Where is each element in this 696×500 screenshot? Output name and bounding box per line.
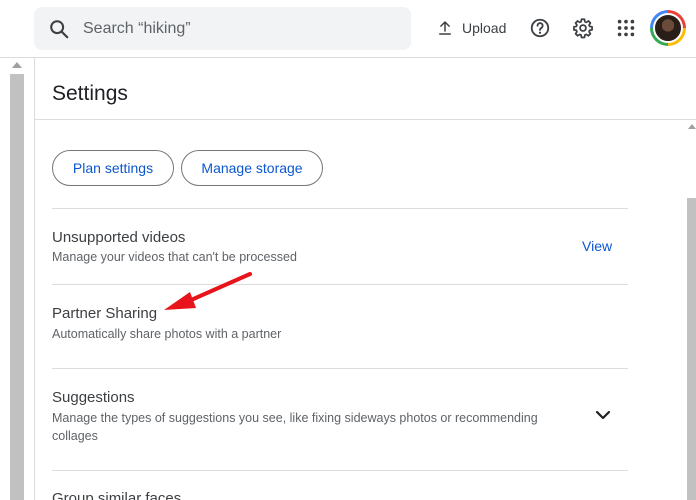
section-divider [52, 368, 628, 369]
top-bar: Upload [0, 0, 696, 58]
scroll-up-arrow-icon[interactable] [688, 124, 696, 129]
search-icon[interactable] [48, 18, 70, 40]
upload-label: Upload [462, 20, 507, 36]
partner-sharing-title[interactable]: Partner Sharing [52, 305, 157, 322]
background-scrollbar[interactable] [0, 58, 24, 500]
apps-grid-icon [617, 19, 635, 37]
gear-icon [573, 18, 593, 39]
unsupported-videos-title: Unsupported videos [52, 229, 186, 246]
partner-sharing-subtitle: Automatically share photos with a partne… [52, 327, 282, 341]
annotation-arrow-icon [164, 272, 252, 310]
scrollbar-thumb[interactable] [687, 198, 696, 500]
panel-scrollbar[interactable] [686, 120, 696, 500]
title-divider [35, 119, 696, 120]
avatar[interactable] [650, 10, 686, 46]
apps-button[interactable] [611, 13, 641, 43]
upload-icon [439, 21, 451, 35]
avatar-image [653, 13, 683, 43]
scroll-up-arrow-icon[interactable] [12, 62, 22, 68]
chevron-down-icon[interactable] [594, 408, 612, 422]
suggestions-title: Suggestions [52, 389, 135, 406]
search-input[interactable] [83, 7, 393, 50]
search-box[interactable] [34, 7, 411, 50]
unsupported-videos-subtitle: Manage your videos that can't be process… [52, 250, 297, 264]
plan-settings-button[interactable]: Plan settings [52, 150, 174, 186]
section-divider [52, 470, 628, 471]
group-similar-faces-title: Group similar faces [52, 490, 182, 500]
page-title: Settings [52, 82, 128, 105]
view-unsupported-videos-link[interactable]: View [582, 238, 612, 254]
section-divider [52, 208, 628, 209]
help-button[interactable] [525, 13, 555, 43]
upload-button[interactable]: Upload [430, 12, 512, 44]
settings-button[interactable] [568, 13, 598, 43]
scrollbar-thumb[interactable] [10, 74, 24, 500]
help-icon [530, 18, 550, 38]
suggestions-subtitle: Manage the types of suggestions you see,… [52, 411, 538, 443]
manage-storage-button[interactable]: Manage storage [181, 150, 323, 186]
section-divider [52, 284, 628, 285]
